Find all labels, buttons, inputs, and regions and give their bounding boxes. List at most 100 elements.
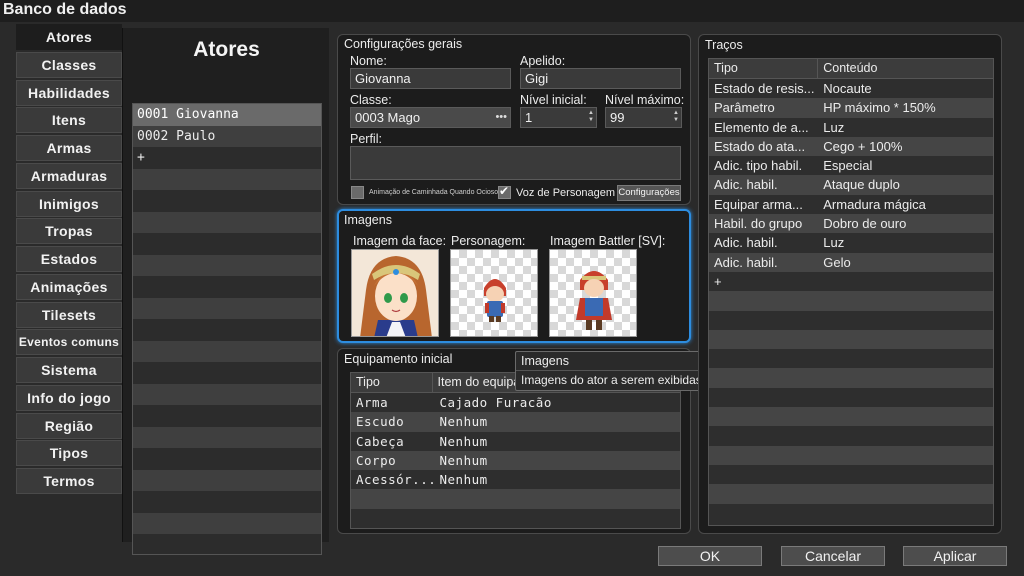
- initial-level-spinner[interactable]: 1 ▲ ▼: [520, 107, 597, 128]
- category-tab[interactable]: Região: [16, 412, 122, 439]
- empty-list-row[interactable]: [133, 405, 321, 427]
- equipment-type-cell: [351, 489, 435, 508]
- spinner-arrows-icon[interactable]: ▲ ▼: [588, 110, 594, 124]
- category-tab[interactable]: Tropas: [16, 218, 122, 245]
- trait-row[interactable]: Adic. habil. Gelo: [709, 252, 993, 272]
- ellipsis-icon[interactable]: •••: [495, 108, 507, 127]
- trait-row[interactable]: +: [709, 272, 993, 291]
- equipment-row[interactable]: Escudo Nenhum: [351, 412, 680, 432]
- equipment-row[interactable]: [351, 489, 680, 509]
- actors-list[interactable]: 0001 Giovanna 0002 Paulo +: [132, 103, 322, 555]
- category-tab[interactable]: Estados: [16, 246, 122, 272]
- category-tab[interactable]: Habilidades: [16, 79, 122, 106]
- trait-row[interactable]: [709, 504, 993, 523]
- trait-row[interactable]: [709, 407, 993, 427]
- traits-table[interactable]: Tipo Conteúdo Estado de resis... Nocaute P…: [708, 58, 994, 526]
- face-image[interactable]: [351, 249, 439, 337]
- category-tab[interactable]: Sistema: [16, 357, 122, 383]
- equipment-row[interactable]: Arma Cajado Furacão: [351, 393, 680, 412]
- empty-list-row[interactable]: [133, 534, 321, 554]
- character-image[interactable]: [450, 249, 538, 337]
- category-tab[interactable]: Armas: [16, 135, 122, 161]
- equipment-row[interactable]: Acessór... Nenhum: [351, 470, 680, 489]
- apply-button[interactable]: Aplicar: [903, 546, 1007, 566]
- trait-row[interactable]: [709, 329, 993, 350]
- category-tab[interactable]: Classes: [16, 51, 122, 78]
- name-field[interactable]: Giovanna: [350, 68, 511, 89]
- trait-row[interactable]: [709, 445, 993, 465]
- trait-content-cell: [818, 504, 993, 523]
- class-select[interactable]: 0003 Mago •••: [350, 107, 511, 128]
- walk-animation-checkbox[interactable]: [351, 186, 364, 199]
- category-tab[interactable]: Info do jogo: [16, 384, 122, 411]
- empty-list-row[interactable]: [133, 190, 321, 212]
- trait-type-cell: [709, 291, 818, 310]
- voice-checkbox[interactable]: [498, 184, 511, 199]
- empty-list-row[interactable]: [133, 362, 321, 384]
- empty-list-row[interactable]: [133, 233, 321, 255]
- trait-row[interactable]: Elemento de a... Luz: [709, 118, 993, 137]
- actor-list-item[interactable]: 0001 Giovanna: [133, 104, 321, 126]
- trait-row[interactable]: Adic. habil. Luz: [709, 233, 993, 252]
- empty-list-row[interactable]: [133, 340, 321, 362]
- category-tab[interactable]: Itens: [16, 107, 122, 134]
- trait-row[interactable]: [709, 388, 993, 407]
- battler-image-label: Imagem Battler [SV]:: [550, 234, 666, 248]
- empty-list-row[interactable]: [133, 448, 321, 470]
- equipment-row[interactable]: Cabeça Nenhum: [351, 432, 680, 451]
- category-tab[interactable]: Tipos: [16, 440, 122, 467]
- trait-row[interactable]: Adic. tipo habil. Especial: [709, 156, 993, 175]
- add-actor-row[interactable]: +: [133, 147, 321, 169]
- nickname-field[interactable]: Gigi: [520, 68, 681, 89]
- category-tab[interactable]: Termos: [16, 468, 122, 494]
- empty-list-row[interactable]: [133, 491, 321, 513]
- character-image-label: Personagem:: [451, 234, 526, 248]
- equipment-row[interactable]: Corpo Nenhum: [351, 450, 680, 471]
- cancel-button[interactable]: Cancelar: [781, 546, 885, 566]
- trait-row[interactable]: Estado de resis... Nocaute: [709, 79, 993, 98]
- images-group[interactable]: Imagens Imagem da face: Personagem: Imag…: [337, 209, 691, 343]
- profile-field[interactable]: [350, 146, 681, 180]
- empty-list-row[interactable]: [133, 426, 321, 448]
- trait-type-cell: [709, 465, 818, 484]
- empty-list-row[interactable]: [133, 383, 321, 405]
- empty-list-row[interactable]: [133, 319, 321, 341]
- trait-row[interactable]: Parâmetro HP máximo * 150%: [709, 98, 993, 118]
- trait-row[interactable]: Adic. habil. Ataque duplo: [709, 175, 993, 195]
- trait-content-cell: [818, 484, 993, 503]
- spinner-arrows-icon[interactable]: ▲ ▼: [673, 110, 679, 124]
- configurations-button[interactable]: Configurações: [617, 185, 681, 201]
- trait-row[interactable]: Habil. do grupo Dobro de ouro: [709, 214, 993, 234]
- trait-row[interactable]: [709, 484, 993, 504]
- category-tab[interactable]: Inimigos: [16, 190, 122, 217]
- category-tab[interactable]: Animações: [16, 273, 122, 300]
- ok-button[interactable]: OK: [658, 546, 762, 566]
- trait-row[interactable]: [709, 465, 993, 484]
- category-tab[interactable]: Eventos comuns: [16, 329, 122, 356]
- trait-content-cell: [818, 426, 993, 445]
- empty-list-row[interactable]: [133, 276, 321, 298]
- trait-row[interactable]: [709, 311, 993, 330]
- max-level-spinner[interactable]: 99 ▲ ▼: [605, 107, 682, 128]
- empty-list-row[interactable]: [133, 297, 321, 319]
- empty-list-row[interactable]: [133, 211, 321, 233]
- equipment-table[interactable]: Tipo Item do equipamento Arma Cajado Fura…: [350, 372, 681, 529]
- trait-row[interactable]: [709, 291, 993, 311]
- empty-list-row[interactable]: [133, 254, 321, 276]
- trait-row[interactable]: [709, 349, 993, 368]
- actor-list-item[interactable]: 0002 Paulo: [133, 125, 321, 147]
- empty-list-row[interactable]: [133, 512, 321, 534]
- trait-row[interactable]: [709, 426, 993, 445]
- trait-row[interactable]: Estado do ata... Cego + 100%: [709, 136, 993, 157]
- category-tab[interactable]: Tilesets: [16, 301, 122, 328]
- category-tab[interactable]: Armaduras: [16, 162, 122, 189]
- battler-image[interactable]: [549, 249, 637, 337]
- trait-row[interactable]: Equipar arma... Armadura mágica: [709, 195, 993, 214]
- empty-list-row[interactable]: [133, 469, 321, 491]
- trait-row[interactable]: [709, 368, 993, 388]
- trait-content-cell: Especial: [823, 158, 873, 174]
- equipment-row[interactable]: [351, 509, 680, 528]
- empty-list-row[interactable]: [133, 168, 321, 190]
- name-label: Nome:: [350, 54, 387, 68]
- category-tab[interactable]: Atores: [16, 24, 122, 50]
